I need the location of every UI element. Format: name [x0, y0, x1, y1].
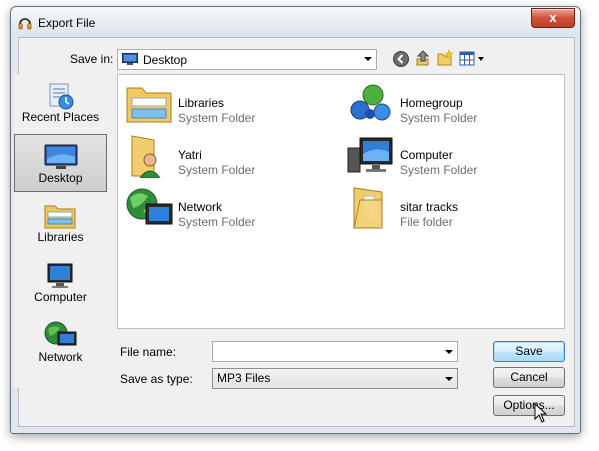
list-item-homegroup[interactable]: Homegroup System Folder: [342, 80, 552, 128]
list-item-libraries[interactable]: Libraries System Folder: [120, 80, 330, 128]
file-name: Libraries: [178, 96, 225, 110]
user-folder-icon: [131, 135, 161, 178]
file-name-field[interactable]: [212, 341, 458, 362]
close-icon: x: [549, 10, 557, 25]
list-item-sitar-tracks[interactable]: sitar tracks File folder: [342, 184, 552, 232]
recent-places-icon: [49, 83, 74, 110]
places-bar: Recent Places Desktop Libraries Computer: [14, 74, 107, 388]
file-type: System Folder: [400, 163, 478, 177]
save-button[interactable]: Save: [493, 341, 565, 362]
file-type: System Folder: [178, 163, 256, 177]
save-in-value: Desktop: [143, 53, 188, 67]
folder-icon: [353, 187, 383, 229]
list-item-network[interactable]: Network System Folder: [120, 184, 330, 232]
place-label: Recent Places: [21, 110, 100, 124]
chevron-down-icon: [445, 350, 453, 354]
list-item-yatri[interactable]: Yatri System Folder: [120, 132, 330, 180]
computer-icon: [347, 137, 393, 173]
save-as-type-value: MP3 Files: [217, 371, 271, 385]
file-name: Yatri: [178, 148, 202, 162]
place-libraries[interactable]: Libraries: [14, 194, 107, 252]
file-name: Network: [178, 200, 223, 214]
file-name: sitar tracks: [400, 200, 459, 214]
window-title: Export File: [38, 16, 96, 30]
file-list[interactable]: Libraries System Folder Homegroup System…: [117, 74, 565, 329]
close-button[interactable]: x: [531, 8, 575, 28]
chevron-down-icon: [445, 377, 453, 381]
list-item-computer[interactable]: Computer System Folder: [342, 132, 552, 180]
place-network[interactable]: Network: [14, 314, 107, 372]
network-icon: [44, 321, 77, 346]
title-bar[interactable]: Export File x: [11, 7, 580, 37]
libraries-icon: [126, 87, 172, 123]
file-name-label: File name:: [120, 345, 177, 359]
save-as-type-dropdown[interactable]: MP3 Files: [212, 368, 458, 389]
file-name: Homegroup: [400, 96, 463, 110]
place-label: Network: [38, 350, 83, 364]
place-label: Libraries: [37, 230, 84, 244]
save-in-dropdown[interactable]: Desktop: [117, 49, 377, 70]
options-button[interactable]: Options...: [493, 395, 565, 416]
place-label: Desktop: [38, 171, 83, 185]
save-in-label: Save in:: [70, 52, 114, 66]
back-icon[interactable]: [392, 50, 410, 68]
up-folder-icon[interactable]: [414, 49, 432, 67]
new-folder-icon[interactable]: [436, 49, 454, 67]
save-as-type-label: Save as type:: [120, 372, 193, 386]
desktop-icon: [122, 53, 138, 65]
headphones-app-icon: [18, 18, 32, 30]
computer-icon: [47, 263, 73, 288]
place-label: Computer: [34, 290, 87, 304]
file-type: System Folder: [178, 215, 256, 229]
file-type: System Folder: [400, 111, 478, 125]
file-type: File folder: [400, 215, 453, 229]
place-recent-places[interactable]: Recent Places: [14, 74, 107, 132]
place-desktop[interactable]: Desktop: [14, 134, 107, 192]
network-icon: [126, 188, 173, 225]
place-computer[interactable]: Computer: [14, 254, 107, 312]
desktop-icon: [44, 144, 78, 169]
libraries-icon: [44, 205, 76, 229]
homegroup-icon: [350, 84, 391, 121]
file-type: System Folder: [178, 111, 256, 125]
cancel-button[interactable]: Cancel: [493, 367, 565, 388]
mouse-cursor-icon: [534, 403, 548, 423]
view-menu-icon[interactable]: [459, 50, 487, 68]
chevron-down-icon: [364, 57, 372, 61]
file-name: Computer: [400, 148, 453, 162]
